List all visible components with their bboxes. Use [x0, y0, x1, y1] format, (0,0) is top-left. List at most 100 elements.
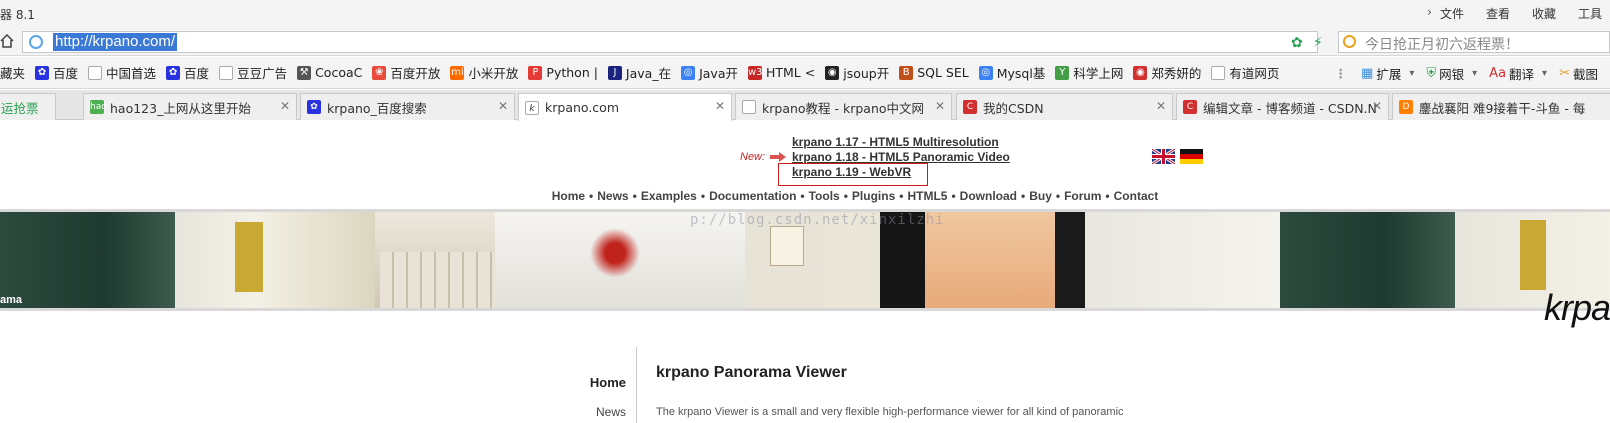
bookmark-label: 百度	[53, 66, 79, 81]
news-link-1-17[interactable]: krpano 1.17 - HTML5 Multiresolution	[792, 135, 999, 149]
bookmark-label: 郑秀妍的	[1151, 66, 1202, 81]
nav-examples[interactable]: Examples	[641, 189, 697, 203]
tab[interactable]: C 编辑文章 - 博客频道 - CSDN.N ✕	[1176, 93, 1389, 120]
lightning-icon[interactable]: ⚡	[1313, 35, 1323, 51]
bookmark-item[interactable]: ◉ jsoup开	[825, 63, 889, 82]
bookmark-item[interactable]: 藏夹	[0, 63, 25, 82]
site-globe-icon	[29, 35, 43, 49]
bookmark-item[interactable]: w3 HTML <	[747, 65, 815, 80]
menu-file[interactable]: 文件	[1440, 5, 1464, 22]
nav-forum[interactable]: Forum	[1064, 189, 1101, 203]
tab-active[interactable]: k krpano.com ✕	[518, 93, 732, 121]
refresh-icon[interactable]: ✿	[1291, 36, 1305, 50]
home-icon[interactable]	[0, 34, 14, 48]
bookmark-item[interactable]: ✿ 百度	[35, 63, 78, 82]
more-dots-icon[interactable]: ⋮	[1335, 66, 1348, 81]
news-link-1-18[interactable]: krpano 1.18 - HTML5 Panoramic Video	[792, 150, 1010, 164]
nav-separator: •	[700, 189, 706, 203]
bookmark-item[interactable]: B SQL SEL	[899, 65, 969, 80]
bookmark-item[interactable]: ✿ 百度	[166, 63, 209, 82]
tab[interactable]: 运抢票	[0, 93, 56, 120]
bookmark-item[interactable]: Y 科学上网	[1055, 63, 1123, 82]
nav-news[interactable]: News	[597, 189, 628, 203]
translate-icon: Aa	[1489, 65, 1507, 81]
side-nav-news[interactable]: News	[596, 405, 626, 419]
chevron-right-icon[interactable]: ›	[1427, 5, 1432, 22]
german-flag-icon[interactable]	[1180, 149, 1203, 164]
toolbar-translate-button[interactable]: Aa 翻译 ▾	[1489, 64, 1547, 83]
bookmark-item[interactable]: ❀ 百度开放	[372, 63, 440, 82]
dropdown-arrow-icon[interactable]: ▾	[1409, 68, 1414, 79]
bookmark-item[interactable]: 豆豆广告	[219, 63, 287, 82]
bookmark-label: 藏夹	[0, 66, 26, 81]
bookmark-item[interactable]: ⚒ CocoaC	[297, 65, 362, 80]
dropdown-arrow-icon[interactable]: ▾	[1472, 68, 1477, 79]
menu-view[interactable]: 查看	[1486, 5, 1510, 22]
mi-icon: mi	[450, 65, 465, 80]
app-title: 器 8.1	[0, 8, 35, 22]
p-icon: P	[528, 65, 543, 80]
main-nav: Home • News • Examples • Documentation • Tools • P…	[0, 189, 1610, 203]
bookmark-item[interactable]: ◎ Java开	[681, 63, 738, 82]
bookmark-label: 科学上网	[1073, 66, 1124, 81]
bookmark-item[interactable]: ◉ 郑秀妍的	[1133, 63, 1201, 82]
shield-icon: ⛨	[1426, 65, 1437, 81]
search-placeholder: 今日抢正月初六返程票！	[1365, 37, 1519, 53]
nav-separator: •	[1055, 189, 1061, 203]
menu-favorites[interactable]: 收藏	[1532, 5, 1556, 22]
nav-download[interactable]: Download	[960, 189, 1017, 203]
nav-contact[interactable]: Contact	[1114, 189, 1159, 203]
nav-buy[interactable]: Buy	[1029, 189, 1052, 203]
nav-separator: •	[589, 189, 594, 203]
csdn-icon: C	[1183, 100, 1197, 114]
tab[interactable]: ✿ krpano_百度搜索 ✕	[300, 93, 515, 120]
toolbar-scissors-button[interactable]: ✂ 截图	[1559, 64, 1598, 83]
nav-plugins[interactable]: Plugins	[852, 189, 895, 203]
tab[interactable]: C 我的CSDN ✕	[956, 93, 1173, 120]
krpano-logo[interactable]: krpa	[1544, 287, 1610, 329]
toolbar-grid-button[interactable]: ▦ 扩展 ▾	[1361, 64, 1414, 83]
bookmark-label: 小米开放	[468, 66, 519, 81]
nav-separator: •	[1105, 189, 1110, 203]
close-icon[interactable]: ✕	[715, 99, 725, 113]
toolbar-shield-button[interactable]: ⛨ 网银 ▾	[1426, 64, 1477, 83]
close-icon[interactable]: ✕	[280, 99, 290, 113]
bookmark-item[interactable]: J Java_在	[607, 63, 672, 82]
nav-documentation[interactable]: Documentation	[709, 189, 796, 203]
panorama-banner[interactable]: p://blog.csdn.net/xinxilzhi ama	[0, 209, 1610, 311]
search-input[interactable]: 今日抢正月初六返程票！	[1338, 31, 1610, 53]
toolbar-label: 截图	[1572, 66, 1598, 82]
bookmark-item[interactable]: mi 小米开放	[450, 63, 518, 82]
close-icon[interactable]: ✕	[498, 99, 508, 113]
bookmark-item[interactable]: ◎ Mysql基	[978, 63, 1045, 82]
bookmark-item[interactable]: P Python |	[528, 65, 598, 80]
url-text[interactable]: http://krpano.com/	[53, 33, 178, 51]
search-icon[interactable]	[1343, 35, 1356, 48]
bookmark-item[interactable]: 中国首选	[88, 63, 156, 82]
tab[interactable]: krpano教程 - krpano中文网 ✕	[735, 93, 952, 120]
dropdown-arrow-icon[interactable]: ▾	[1542, 68, 1547, 79]
baidu-paw-icon: ✿	[166, 65, 181, 80]
close-icon[interactable]: ✕	[1372, 99, 1382, 113]
close-icon[interactable]: ✕	[935, 99, 945, 113]
scissors-icon: ✂	[1559, 65, 1570, 81]
nav-html5[interactable]: HTML5	[907, 189, 947, 203]
tab[interactable]: hao hao123_上网从这里开始 ✕	[83, 93, 297, 120]
highlight-box	[778, 163, 928, 186]
side-nav-home[interactable]: Home	[590, 375, 626, 390]
bookmarks-bar: 藏夹 ✿ 百度 中国首选 ✿ 百度 豆豆广告 ⚒ CocoaC ❀ 百度开放 mi 小米开放 P Pytho…	[0, 57, 1610, 89]
tab-label: 编辑文章 - 博客频道 - CSDN.N	[1203, 100, 1377, 116]
nav-separator: •	[951, 189, 956, 203]
tab[interactable]: D 鏖战襄阳 难9接着干-斗鱼 - 每	[1392, 93, 1610, 120]
nav-home[interactable]: Home	[552, 189, 585, 203]
bookmark-label: 豆豆广告	[237, 66, 288, 81]
bookmark-item[interactable]: 有道网页	[1211, 63, 1279, 82]
url-input[interactable]: http://krpano.com/ ✿ ⚡ ⌄	[22, 31, 1351, 53]
nav-tools[interactable]: Tools	[809, 189, 840, 203]
close-icon[interactable]: ✕	[1156, 99, 1166, 113]
globe-icon: ◎	[978, 65, 993, 80]
menu-tools[interactable]: 工具	[1578, 5, 1602, 22]
uk-flag-icon[interactable]	[1152, 149, 1175, 164]
bookmark-label: Java_在	[625, 66, 672, 81]
bookmarks-toolbar-right: ⋮ ▦ 扩展 ▾ ⛨ 网银 ▾ Aa 翻译 ▾ ✂ 截图	[1334, 57, 1610, 88]
